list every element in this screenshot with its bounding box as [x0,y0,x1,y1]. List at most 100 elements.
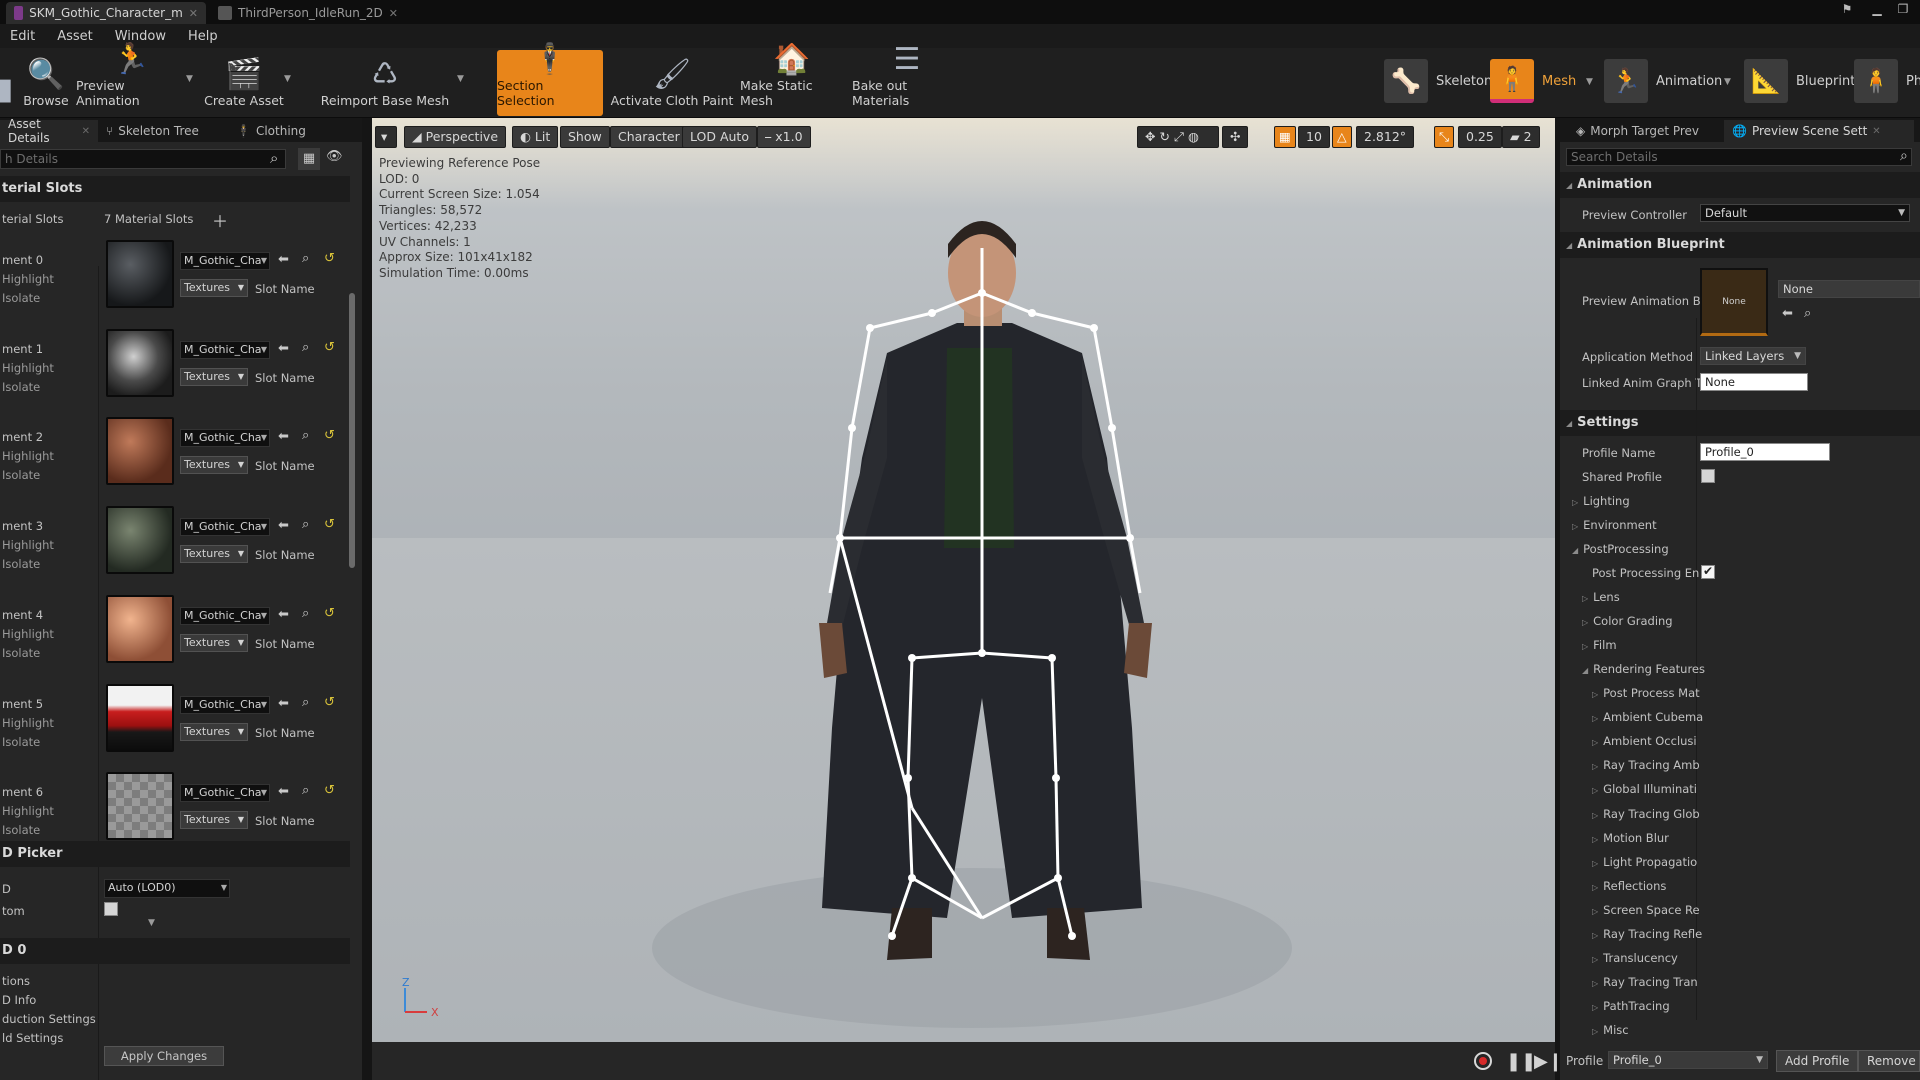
material-thumbnail[interactable] [106,328,174,397]
tab-morph-target-preview[interactable]: ◈ Morph Target Prev [1568,120,1718,142]
tab-asset-details[interactable]: Asset Details ✕ [0,117,98,145]
reset-arrow-icon[interactable]: ↺ [324,428,335,443]
preview-animation-button[interactable]: 🏃 Preview Animation [76,42,186,116]
profile-select[interactable]: Profile_0 ▼ [1608,1051,1768,1069]
mode-mesh-button[interactable]: 🧍 Mesh [1490,56,1576,106]
textures-dropdown[interactable]: Textures ▼ [180,367,248,386]
chevron-down-icon[interactable]: ▼ [1586,77,1593,87]
grid-size-button[interactable]: 10 [1298,126,1330,148]
material-slots-header[interactable]: terial Slots [0,176,350,202]
view-mode-lit-button[interactable]: ◐ Lit [512,126,559,148]
rendering-features-category[interactable]: ◢ Rendering Features [1582,662,1705,676]
material-select[interactable]: M_Gothic_Cha ▼ [180,340,270,359]
textures-dropdown[interactable]: Textures ▼ [180,545,248,564]
lod-picker-header[interactable]: D Picker [0,841,350,867]
mode-physics-button[interactable]: 🧍 Ph [1854,56,1920,106]
textures-dropdown[interactable]: Textures ▼ [180,279,248,297]
rendering-feature-item[interactable]: ▷ Ambient Cubema [1592,710,1703,724]
scale-snap-button[interactable]: 0.25 [1458,126,1502,148]
material-thumbnail[interactable] [106,240,174,308]
tab-thirdperson-idlerun[interactable]: ThirdPerson_IdleRun_2D ✕ [210,2,410,24]
rotation-snap-button[interactable]: 2.812° [1356,126,1415,148]
reset-arrow-icon[interactable]: ↺ [324,517,335,532]
close-icon[interactable]: ✕ [82,126,90,137]
vertical-scrollbar[interactable] [349,293,355,568]
use-selected-arrow-icon[interactable]: ⬅ [278,518,289,533]
chevron-down-icon[interactable]: ▼ [1724,77,1731,87]
lod0-item[interactable]: ld Settings [2,1031,63,1045]
material-thumbnail[interactable] [106,594,174,663]
lod-select[interactable]: Auto (LOD0) ▼ [104,879,230,898]
reimport-base-mesh-button[interactable]: ♺ Reimport Base Mesh [320,50,450,116]
preview-controller-select[interactable]: Default ▼ [1700,204,1910,222]
chevron-down-icon[interactable]: ▼ [186,74,193,84]
reset-arrow-icon[interactable]: ↺ [324,340,335,355]
eye-icon[interactable]: 👁 [326,149,343,164]
chevron-down-icon[interactable]: ▼ [284,74,291,84]
chevron-down-icon[interactable]: ▼ [457,74,464,84]
browse-search-icon[interactable]: ⌕ [302,428,309,443]
use-selected-arrow-icon[interactable]: ⬅ [278,341,289,356]
world-space-icon[interactable]: ◍ [1188,127,1199,147]
close-icon[interactable]: ✕ [1872,126,1880,137]
step-forward-icon[interactable]: ▶❙ [1534,1051,1563,1072]
record-button[interactable] [1474,1052,1492,1070]
add-icon[interactable]: ＋ [212,208,228,232]
postprocessing-category[interactable]: ◢ PostProcessing [1572,542,1669,556]
tab-preview-scene-settings[interactable]: 🌐 Preview Scene Sett ✕ [1724,120,1914,142]
menu-help[interactable]: Help [188,29,218,44]
profile-name-input[interactable]: Profile_0 [1700,443,1830,461]
scale-snap-toggle[interactable]: ⤡ [1434,126,1455,148]
lighting-category[interactable]: ▷ Lighting [1572,494,1630,508]
highlight-toggle[interactable]: Highlight [2,627,54,641]
anim-bp-thumbnail[interactable]: None [1700,268,1768,336]
rendering-feature-item[interactable]: ▷ Ray Tracing Glob [1592,807,1700,821]
show-button[interactable]: Show [560,126,610,148]
rendering-feature-item[interactable]: ▷ Ray Tracing Refle [1592,927,1702,941]
mode-blueprint-button[interactable]: 📐 Blueprint [1744,56,1855,106]
browse-search-icon[interactable]: ⌕ [302,251,309,266]
use-selected-arrow-icon[interactable]: ⬅ [278,607,289,622]
animation-blueprint-section-header[interactable]: ◢ Animation Blueprint [1560,232,1920,258]
browse-button[interactable]: 🔍 Browse [18,50,74,116]
expand-arrow-icon[interactable]: ▼ [148,918,155,928]
lens-category[interactable]: ▷ Lens [1582,590,1620,604]
mode-animation-button[interactable]: 🏃 Animation [1604,56,1722,106]
environment-category[interactable]: ▷ Environment [1572,518,1657,532]
material-select[interactable]: M_Gothic_Cha ▼ [180,252,270,270]
reset-arrow-icon[interactable]: ↺ [324,695,335,710]
create-asset-button[interactable]: 🎬 Create Asset [204,50,284,116]
character-button[interactable]: Character [610,126,688,148]
use-selected-arrow-icon[interactable]: ⬅ [278,429,289,444]
linked-anim-graph-input[interactable]: None [1700,373,1808,391]
material-select[interactable]: M_Gothic_Cha ▼ [180,429,270,448]
textures-dropdown[interactable]: Textures ▼ [180,633,248,652]
post-processing-enabled-checkbox[interactable] [1701,564,1715,579]
lod0-header[interactable]: D 0 [0,938,350,964]
close-icon[interactable]: ✕ [189,7,198,20]
lod0-item[interactable]: duction Settings [2,1012,96,1026]
isolate-toggle[interactable]: Isolate [2,557,40,571]
perspective-button[interactable]: ◢ Perspective [404,126,507,148]
scale-icon[interactable]: ⤢ [1174,127,1184,147]
menu-asset[interactable]: Asset [57,29,93,44]
isolate-toggle[interactable]: Isolate [2,380,40,394]
lod0-item[interactable]: tions [2,974,30,988]
viewport-options-button[interactable]: ▾ [375,126,397,148]
browse-search-icon[interactable]: ⌕ [302,783,309,798]
custom-checkbox[interactable] [104,902,118,916]
material-thumbnail[interactable] [106,417,174,486]
rendering-feature-item[interactable]: ▷ Ambient Occlusi [1592,734,1697,748]
use-selected-arrow-icon[interactable]: ⬅ [278,252,289,267]
material-select[interactable]: M_Gothic_Cha ▼ [180,518,270,537]
transform-tools-group[interactable]: ✥ ↻ ⤢ ◍ [1137,126,1219,148]
rendering-feature-item[interactable]: ▷ Global Illuminati [1592,782,1697,796]
mode-skeleton-button[interactable]: 🦴 Skeleton [1384,56,1492,106]
remove-profile-button[interactable]: Remove P [1858,1050,1920,1072]
application-method-select[interactable]: Linked Layers ▼ [1700,347,1806,365]
maximize-icon[interactable]: ❐ [1892,2,1914,20]
highlight-toggle[interactable]: Highlight [2,449,54,463]
browse-search-icon[interactable]: ⌕ [302,517,309,532]
close-icon[interactable]: ✕ [389,7,398,20]
browse-search-icon[interactable]: ⌕ [1804,306,1811,321]
